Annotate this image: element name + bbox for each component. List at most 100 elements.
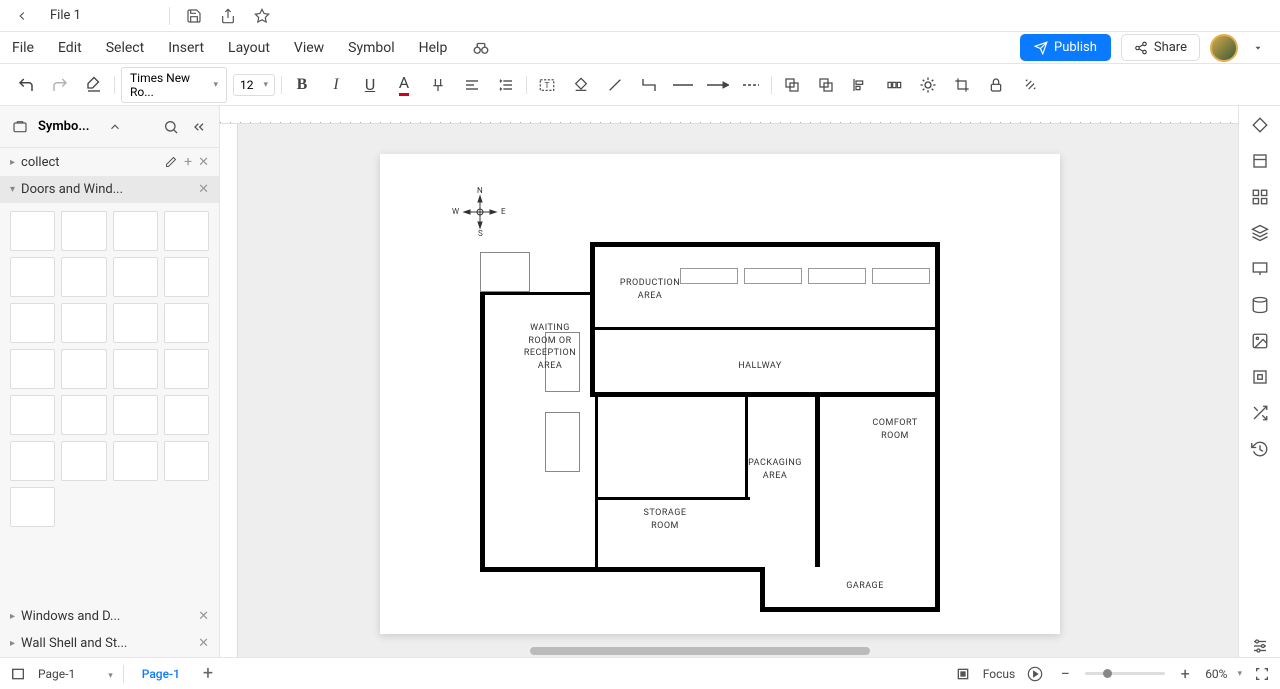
presentation-icon[interactable] xyxy=(1249,258,1271,280)
highlight-icon[interactable] xyxy=(424,71,452,99)
canvas[interactable]: N S E W xyxy=(220,106,1238,657)
italic-icon[interactable]: I xyxy=(322,71,350,99)
symbol-item[interactable] xyxy=(113,441,158,481)
menu-symbol[interactable]: Symbol xyxy=(348,40,394,56)
bold-icon[interactable]: B xyxy=(288,71,316,99)
symbol-item[interactable] xyxy=(113,257,158,297)
menu-view[interactable]: View xyxy=(294,40,324,56)
symbol-item[interactable] xyxy=(113,395,158,435)
align-icon[interactable] xyxy=(458,71,486,99)
menu-layout[interactable]: Layout xyxy=(228,40,270,56)
line-dash-icon[interactable] xyxy=(737,71,765,99)
avatar[interactable] xyxy=(1210,34,1238,62)
close-icon[interactable]: ✕ xyxy=(198,609,209,624)
symbol-item[interactable] xyxy=(164,349,209,389)
bring-front-icon[interactable] xyxy=(778,71,806,99)
shuffle-icon[interactable] xyxy=(1249,402,1271,424)
back-icon[interactable] xyxy=(12,6,32,26)
symbol-item[interactable] xyxy=(10,395,55,435)
symbol-item[interactable] xyxy=(61,395,106,435)
align-left-icon[interactable] xyxy=(846,71,874,99)
menu-insert[interactable]: Insert xyxy=(168,40,204,56)
avatar-dropdown-icon[interactable] xyxy=(1248,38,1268,58)
font-select[interactable]: Times New Ro...▾ xyxy=(121,67,227,103)
close-icon[interactable]: ✕ xyxy=(198,182,209,197)
history-icon[interactable] xyxy=(1249,438,1271,460)
undo-icon[interactable] xyxy=(12,71,40,99)
fill-bucket-icon[interactable] xyxy=(1249,114,1271,136)
effects-icon[interactable] xyxy=(914,71,942,99)
horizontal-scrollbar[interactable] xyxy=(530,647,1218,657)
layers-icon[interactable] xyxy=(1249,222,1271,244)
line-style-icon[interactable] xyxy=(669,71,697,99)
symbol-item[interactable] xyxy=(164,211,209,251)
zoom-slider[interactable] xyxy=(1085,672,1165,675)
close-icon[interactable]: ✕ xyxy=(198,155,209,170)
text-box-icon[interactable]: T xyxy=(533,71,561,99)
floorplan[interactable]: N S E W xyxy=(480,202,950,612)
symbol-item[interactable] xyxy=(10,349,55,389)
symbol-item[interactable] xyxy=(10,303,55,343)
symbol-item[interactable] xyxy=(61,211,106,251)
format-painter-icon[interactable] xyxy=(80,71,108,99)
search-icon[interactable] xyxy=(161,117,181,137)
symbol-item[interactable] xyxy=(61,257,106,297)
tools-icon[interactable] xyxy=(1016,71,1044,99)
font-size-select[interactable]: 12▾ xyxy=(233,74,275,96)
lock-icon[interactable] xyxy=(982,71,1010,99)
page-list-icon[interactable] xyxy=(8,664,28,684)
font-color-icon[interactable]: A xyxy=(390,71,418,99)
lib-collect[interactable]: ▸ collect + ✕ xyxy=(0,148,219,176)
menu-edit[interactable]: Edit xyxy=(58,40,82,56)
symbol-item[interactable] xyxy=(10,257,55,297)
binoculars-icon[interactable] xyxy=(471,38,491,58)
fullscreen-icon[interactable] xyxy=(1252,664,1272,684)
lib-wall[interactable]: ▸ Wall Shell and St... ✕ xyxy=(0,630,219,657)
symbol-item[interactable] xyxy=(10,487,55,527)
crop-icon[interactable] xyxy=(948,71,976,99)
symbol-item[interactable] xyxy=(164,257,209,297)
symbol-item[interactable] xyxy=(61,349,106,389)
publish-button[interactable]: Publish xyxy=(1020,34,1111,61)
plus-icon[interactable]: + xyxy=(184,154,192,170)
add-page-icon[interactable]: + xyxy=(198,664,218,684)
edit-icon[interactable] xyxy=(164,155,178,169)
zoom-out-icon[interactable]: − xyxy=(1055,664,1075,684)
menu-file[interactable]: File xyxy=(12,40,34,56)
symbol-item[interactable] xyxy=(113,349,158,389)
zoom-in-icon[interactable]: + xyxy=(1175,664,1195,684)
underline-icon[interactable]: U xyxy=(356,71,384,99)
lib-doors[interactable]: ▾ Doors and Wind... ✕ xyxy=(0,176,219,203)
template-icon[interactable] xyxy=(1249,150,1271,172)
focus-mode-icon[interactable] xyxy=(953,664,973,684)
database-icon[interactable] xyxy=(1249,294,1271,316)
symbol-item[interactable] xyxy=(164,303,209,343)
page-canvas[interactable]: N S E W xyxy=(380,154,1060,634)
fill-color-icon[interactable] xyxy=(567,71,595,99)
page-dropdown[interactable]: Page-1 ▾ xyxy=(38,667,113,681)
grid-icon[interactable] xyxy=(1249,186,1271,208)
page-tab[interactable]: Page-1 xyxy=(134,667,188,681)
line-spacing-icon[interactable] xyxy=(492,71,520,99)
export-icon[interactable] xyxy=(218,6,238,26)
symbol-item[interactable] xyxy=(113,303,158,343)
symbol-item[interactable] xyxy=(164,395,209,435)
component-icon[interactable] xyxy=(1249,366,1271,388)
close-icon[interactable]: ✕ xyxy=(198,636,209,651)
star-icon[interactable] xyxy=(252,6,272,26)
connector-icon[interactable] xyxy=(635,71,663,99)
symbol-item[interactable] xyxy=(10,211,55,251)
chevron-up-icon[interactable] xyxy=(105,117,125,137)
play-icon[interactable] xyxy=(1025,664,1045,684)
symbol-item[interactable] xyxy=(113,211,158,251)
redo-icon[interactable] xyxy=(46,71,74,99)
symbol-item[interactable] xyxy=(164,441,209,481)
arrow-style-icon[interactable] xyxy=(703,71,731,99)
symbol-item[interactable] xyxy=(10,441,55,481)
distribute-icon[interactable] xyxy=(880,71,908,99)
send-back-icon[interactable] xyxy=(812,71,840,99)
save-icon[interactable] xyxy=(184,6,204,26)
line-color-icon[interactable] xyxy=(601,71,629,99)
lib-windows[interactable]: ▸ Windows and D... ✕ xyxy=(0,603,219,630)
symbol-item[interactable] xyxy=(61,441,106,481)
